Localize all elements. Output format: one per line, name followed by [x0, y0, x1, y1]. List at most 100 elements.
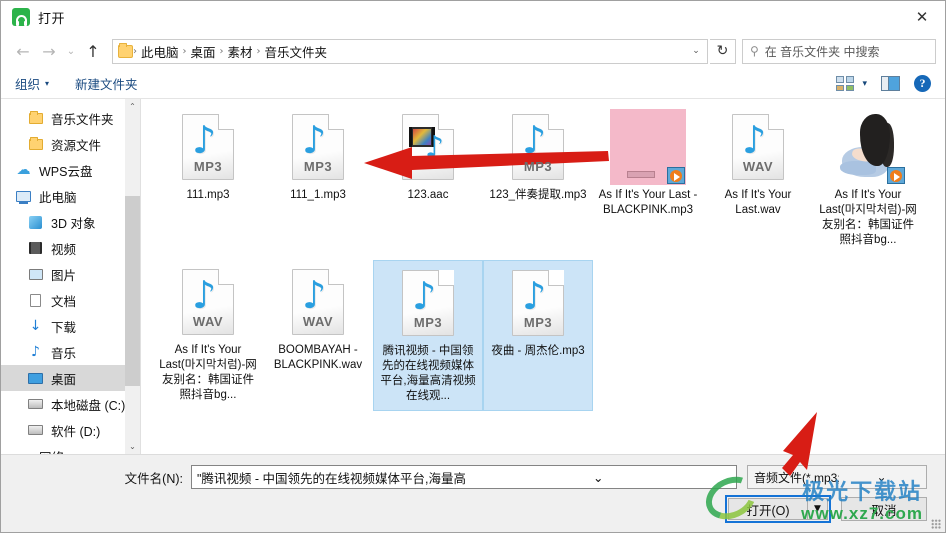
file-name-label: 111_1.mp3 [290, 189, 346, 201]
file-list-pane[interactable]: ♪ MP3 111.mp3 ♪ MP3 111_1.mp3 ♪ 123.aac ♪ MP3 123_… [141, 99, 945, 454]
audio-file-icon: ♪ MP3 [512, 270, 564, 336]
sidebar-item-label: 本地磁盘 (C:) [51, 398, 126, 413]
download-icon: ↓ [29, 318, 42, 334]
cloud-icon: ☁ [16, 162, 31, 178]
chevron-down-icon[interactable]: ⌄ [839, 470, 924, 484]
sidebar-item-4[interactable]: 3D 对象 [1, 209, 140, 235]
cancel-button[interactable]: 取消 [841, 497, 927, 521]
sidebar-item-6[interactable]: 图片 [1, 261, 140, 287]
file-item[interactable]: As If It's Your Last(마지막처럼)-网友别名：韩国证件照抖音… [813, 105, 923, 254]
refresh-icon[interactable]: ↻ [710, 38, 736, 64]
file-thumbnail: ♪ WAV [280, 264, 356, 340]
new-folder-button[interactable]: 新建文件夹 [75, 74, 138, 93]
command-toolbar: 组织 ▾ 新建文件夹 ▾ ? [1, 69, 945, 99]
folder-icon [118, 42, 133, 58]
file-item[interactable]: ♪ MP3 123_伴奏提取.mp3 [483, 105, 593, 254]
sidebar-item-11[interactable]: 本地磁盘 (C:) [1, 391, 140, 417]
chevron-down-icon[interactable]: ⌄ [465, 470, 733, 485]
back-icon[interactable]: ← [10, 38, 36, 64]
close-icon[interactable]: ✕ [899, 2, 945, 33]
breadcrumb-item-3[interactable]: 音乐文件夹 [261, 42, 332, 61]
filename-input[interactable]: "腾讯视频 - 中国领先的在线视频媒体平台,海量高清视频在线观看_2 截取视频.… [191, 465, 737, 489]
file-name-label: 腾讯视频 - 中国领先的在线视频媒体平台,海量高清视频在线观... [380, 345, 476, 402]
file-item[interactable]: ♪ MP3 腾讯视频 - 中国领先的在线视频媒体平台,海量高清视频在线观... [373, 260, 483, 411]
scrollbar-thumb[interactable] [125, 196, 140, 386]
file-thumbnail: ♪ WAV [720, 109, 796, 185]
chevron-down-icon[interactable]: ⌄ [685, 46, 707, 56]
scroll-down-icon[interactable]: ⌄ [125, 439, 140, 454]
file-item[interactable]: ♪ WAV As If It's Your Last(마지막처럼)-网友别名：韩国证… [153, 260, 263, 411]
scroll-up-icon[interactable]: ⌃ [125, 99, 140, 114]
sidebar-item-label: 资源文件 [51, 138, 102, 153]
organize-button[interactable]: 组织 ▾ [15, 74, 49, 93]
audio-file-icon: ♪ WAV [292, 269, 344, 335]
music-note-icon: ♪ [522, 274, 547, 318]
file-item[interactable]: ♪ MP3 夜曲 - 周杰伦.mp3 [483, 260, 593, 411]
file-name-label: 123_伴奏提取.mp3 [489, 189, 587, 201]
resize-grip[interactable] [931, 519, 941, 529]
sidebar-item-3[interactable]: 此电脑 [1, 183, 140, 209]
file-thumbnail: ♪ MP3 [170, 109, 246, 185]
file-thumbnail: ♪ [390, 109, 466, 185]
view-mode-icon[interactable] [836, 76, 855, 91]
file-thumbnail [610, 109, 686, 185]
sidebar-scrollbar[interactable]: ⌃ ⌄ [125, 99, 140, 454]
recent-locations-icon[interactable]: ⌄ [62, 38, 80, 64]
sidebar-item-label: 音乐 [51, 346, 77, 361]
sidebar-item-5[interactable]: 视频 [1, 235, 140, 261]
file-thumbnail: ♪ MP3 [500, 109, 576, 185]
breadcrumb-item-2[interactable]: 素材 [224, 42, 257, 61]
filename-row: 文件名(N): "腾讯视频 - 中国领先的在线视频媒体平台,海量高清视频在线观看… [1, 465, 927, 489]
sidebar-item-10[interactable]: 桌面 [1, 365, 140, 391]
music-note-icon: ♪ [192, 273, 217, 317]
music-note-icon: ♪ [742, 118, 767, 162]
sidebar-item-8[interactable]: ↓ 下载 [1, 313, 140, 339]
music-note-icon: ♪ [425, 130, 445, 165]
chevron-down-icon[interactable]: ▾ [862, 79, 867, 89]
sidebar-item-7[interactable]: 文档 [1, 287, 140, 313]
open-dropdown-button[interactable]: ▼ [808, 498, 828, 520]
sidebar-item-1[interactable]: 资源文件 [1, 131, 140, 157]
file-format-label: WAV [302, 314, 334, 329]
file-item[interactable]: ♪ WAV BOOMBAYAH - BLACKPINK.wav [263, 260, 373, 411]
sidebar-item-13[interactable]: ☁网络 [1, 443, 140, 455]
sidebar-item-label: 文档 [51, 294, 77, 309]
audio-file-icon: ♪ MP3 [402, 270, 454, 336]
file-format-label: MP3 [193, 159, 223, 174]
file-item[interactable]: ♪ MP3 111.mp3 [153, 105, 263, 254]
breadcrumb-item-1[interactable]: 桌面 [187, 42, 220, 61]
file-format-label: MP3 [523, 159, 553, 174]
preview-pane-icon[interactable] [881, 76, 900, 91]
audio-file-icon: ♪ WAV [182, 269, 234, 335]
open-button[interactable]: 打开(O) [728, 498, 808, 520]
filetype-select[interactable]: 音频文件(*.mp3;*.aac;*.wma;*. ⌄ [747, 465, 927, 489]
file-name-label: BOOMBAYAH - BLACKPINK.wav [273, 344, 363, 371]
file-name-label: As If It's Your Last.wav [724, 189, 792, 216]
sidebar-item-2[interactable]: ☁ WPS云盘 [1, 157, 140, 183]
sidebar-item-12[interactable]: 软件 (D:) [1, 417, 140, 443]
search-input[interactable]: ⚲ 在 音乐文件夹 中搜索 [742, 38, 936, 64]
scrollbar-track[interactable] [125, 114, 140, 439]
address-bar[interactable]: › 此电脑 › 桌面 › 素材 › 音乐文件夹 ⌄ [112, 38, 708, 64]
file-item[interactable]: ♪ 123.aac [373, 105, 483, 254]
forward-icon[interactable]: → [36, 38, 62, 64]
breadcrumb-item-0[interactable]: 此电脑 [137, 42, 183, 61]
audio-file-icon: ♪ MP3 [182, 114, 234, 180]
drive-icon [27, 422, 44, 438]
sidebar-item-9[interactable]: ♪ 音乐 [1, 339, 140, 365]
file-name-label: As If It's Your Last(마지막처럼)-网友别名：韩国证件照抖音… [159, 344, 257, 401]
dialog-footer: 文件名(N): "腾讯视频 - 中国领先的在线视频媒体平台,海量高清视频在线观看… [1, 412, 945, 532]
file-item[interactable]: ♪ MP3 111_1.mp3 [263, 105, 373, 254]
up-icon[interactable]: ↑ [80, 38, 106, 64]
help-icon[interactable]: ? [914, 75, 931, 92]
sidebar-item-label: WPS云盘 [39, 164, 93, 179]
file-item[interactable]: ♪ WAV As If It's Your Last.wav [703, 105, 813, 254]
file-thumbnail: ♪ MP3 [390, 265, 466, 341]
sidebar-item-0[interactable]: 音乐文件夹 [1, 105, 140, 131]
new-folder-label: 新建文件夹 [75, 78, 138, 92]
file-item[interactable]: As If It's Your Last - BLACKPINK.mp3 [593, 105, 703, 254]
music-note-icon: ♪ [522, 118, 547, 162]
filename-value: "腾讯视频 - 中国领先的在线视频媒体平台,海量高清视频在线观看_2 截取视频.… [197, 471, 465, 486]
sidebar-item-label: 音乐文件夹 [51, 112, 114, 127]
sidebar-item-label: 桌面 [51, 372, 77, 387]
